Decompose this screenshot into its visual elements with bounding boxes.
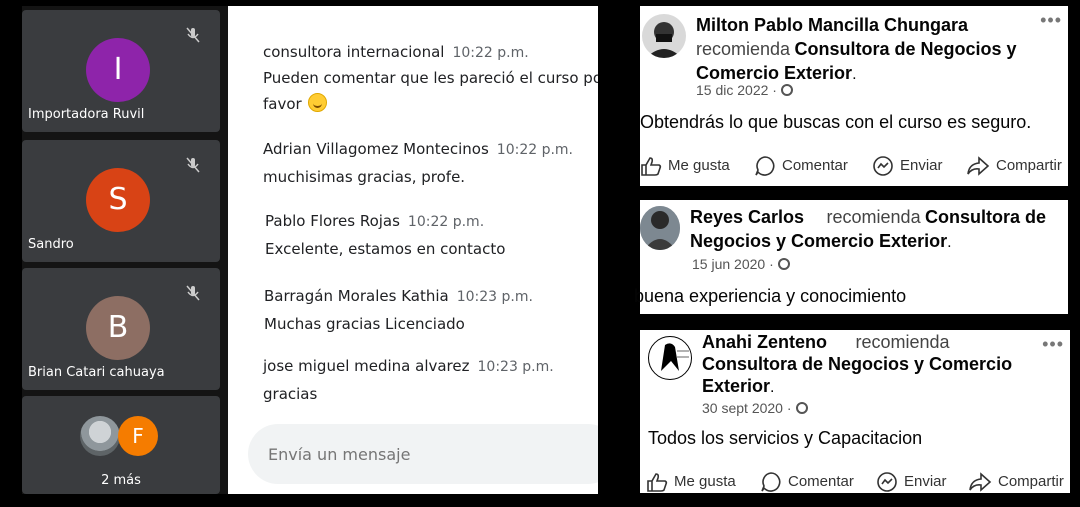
chat-message: Pablo Flores Rojas 10:22 p.m. Excelente, … bbox=[265, 211, 598, 262]
message-time: 10:23 p.m. bbox=[477, 359, 554, 375]
smile-emoji-icon bbox=[307, 93, 327, 112]
mic-off-icon bbox=[186, 27, 200, 43]
participant-tile[interactable]: B Brian Catari cahuaya bbox=[22, 268, 220, 390]
review-author[interactable]: Reyes Carlos bbox=[690, 207, 804, 227]
review-card: Reyes Carlos recomienda Consultora de Ne… bbox=[634, 200, 1068, 314]
more-options-icon[interactable]: ••• bbox=[1042, 334, 1064, 355]
participant-tile[interactable]: S Sandro bbox=[22, 140, 220, 262]
avatar: S bbox=[86, 168, 150, 232]
globe-icon bbox=[777, 258, 790, 270]
review-text: Todos los servicios y Capacitacion bbox=[648, 428, 923, 448]
review-card: Anahi Zenteno recomienda Consultora de N… bbox=[640, 330, 1070, 493]
messenger-icon bbox=[873, 156, 893, 176]
message-time: 10:23 p.m. bbox=[456, 289, 533, 305]
recommends-label: recomienda bbox=[826, 207, 921, 227]
share-icon bbox=[969, 472, 992, 492]
message-text: favor bbox=[263, 95, 302, 113]
review-text: Obtendrás lo que buscas con el curso es … bbox=[640, 112, 1032, 132]
message-text: gracias bbox=[263, 385, 318, 403]
author-avatar[interactable] bbox=[642, 14, 686, 58]
more-participants-label: 2 más bbox=[101, 473, 141, 488]
participants-panel: I Importadora Ruvil S Sandro B Brian Cat… bbox=[22, 6, 228, 494]
avatar: I bbox=[86, 38, 150, 102]
recommends-label: recomienda bbox=[855, 332, 950, 352]
message-time: 10:22 p.m. bbox=[407, 214, 485, 230]
chat-message: Barragán Morales Kathia 10:23 p.m. Muchas… bbox=[264, 286, 598, 337]
review-date: 15 dic 2022 · bbox=[696, 82, 793, 98]
message-text: Pueden comentar que les pareció el curso… bbox=[263, 69, 598, 87]
period: . bbox=[947, 234, 952, 251]
like-button[interactable]: Me gusta bbox=[640, 152, 730, 180]
review-author[interactable]: Anahi Zenteno bbox=[702, 332, 827, 352]
participant-name: Sandro bbox=[28, 237, 74, 252]
chat-message: jose miguel medina alvarez 10:23 p.m. gra… bbox=[263, 356, 598, 407]
participant-photo bbox=[80, 416, 120, 456]
message-time: 10:22 p.m. bbox=[452, 45, 529, 61]
message-sender: consultora internacional bbox=[263, 43, 445, 61]
page-link[interactable]: Consultora de Negocios y Comercio Exteri… bbox=[702, 354, 1012, 396]
review-date: 30 sept 2020 · bbox=[702, 400, 808, 416]
thumbs-up-icon bbox=[647, 473, 668, 492]
avatar: B bbox=[86, 296, 150, 360]
share-button[interactable]: Compartir bbox=[966, 152, 1062, 180]
message-text: Excelente, estamos en contacto bbox=[265, 240, 506, 258]
period: . bbox=[852, 66, 857, 83]
review-date: 15 jun 2020 · bbox=[692, 256, 790, 272]
more-participants-tile[interactable]: F 2 más bbox=[22, 396, 220, 494]
message-sender: Barragán Morales Kathia bbox=[264, 287, 449, 305]
chat-panel: consultora internacional 10:22 p.m. Puede… bbox=[228, 6, 598, 494]
period: . bbox=[770, 379, 775, 396]
action-bar: Me gusta Comentar Enviar Compartir bbox=[640, 468, 1070, 496]
send-button[interactable]: Enviar bbox=[872, 152, 943, 180]
globe-icon bbox=[780, 84, 793, 96]
review-card: Milton Pablo Mancilla Chungara recomiend… bbox=[640, 6, 1068, 186]
participant-name: Brian Catari cahuaya bbox=[28, 365, 165, 380]
message-sender: Adrian Villagomez Montecinos bbox=[263, 140, 489, 158]
share-icon bbox=[967, 156, 990, 176]
message-text: muchisimas gracias, profe. bbox=[263, 168, 466, 186]
message-sender: jose miguel medina alvarez bbox=[263, 357, 470, 375]
recommends-label: recomienda bbox=[696, 39, 791, 59]
comment-button[interactable]: Comentar bbox=[754, 152, 848, 180]
share-button[interactable]: Compartir bbox=[968, 468, 1064, 496]
message-time: 10:22 p.m. bbox=[496, 142, 574, 158]
like-button[interactable]: Me gusta bbox=[646, 468, 736, 496]
messenger-icon bbox=[877, 472, 897, 492]
message-text: Muchas gracias Licenciado bbox=[264, 315, 465, 333]
participant-name: Importadora Ruvil bbox=[28, 107, 145, 122]
review-author[interactable]: Milton Pablo Mancilla Chungara bbox=[696, 15, 968, 35]
globe-icon bbox=[795, 402, 808, 414]
thumbs-up-icon bbox=[641, 157, 662, 176]
more-options-icon[interactable]: ••• bbox=[1040, 10, 1062, 31]
review-text: buena experiencia y conocimiento bbox=[634, 286, 907, 306]
chat-message: consultora internacional 10:22 p.m. Puede… bbox=[263, 42, 598, 117]
comment-icon bbox=[761, 472, 781, 492]
action-bar: Me gusta Comentar Enviar Compartir bbox=[640, 152, 1068, 180]
comment-icon bbox=[755, 156, 775, 176]
author-avatar[interactable] bbox=[648, 336, 692, 380]
comment-button[interactable]: Comentar bbox=[760, 468, 854, 496]
chat-message: Adrian Villagomez Montecinos 10:22 p.m. m… bbox=[263, 139, 598, 190]
chat-message-input[interactable] bbox=[248, 424, 598, 484]
avatar: F bbox=[118, 416, 158, 456]
participant-tile[interactable]: I Importadora Ruvil bbox=[22, 10, 220, 132]
mic-off-icon bbox=[186, 157, 200, 173]
mic-off-icon bbox=[186, 285, 200, 301]
message-sender: Pablo Flores Rojas bbox=[265, 212, 400, 230]
author-avatar[interactable] bbox=[640, 206, 680, 250]
send-button[interactable]: Enviar bbox=[876, 468, 947, 496]
